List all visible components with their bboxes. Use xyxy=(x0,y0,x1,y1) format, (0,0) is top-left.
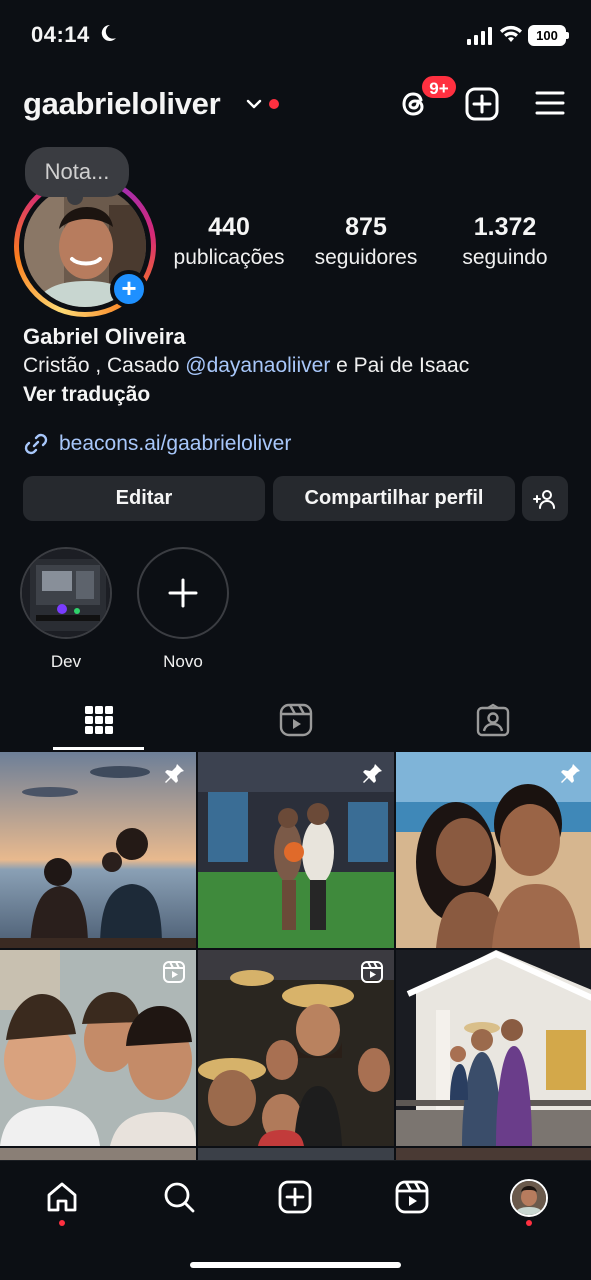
grid-post[interactable] xyxy=(396,950,591,1146)
plus-icon xyxy=(168,578,198,608)
highlight-dev[interactable]: Dev xyxy=(20,547,112,672)
add-person-icon xyxy=(533,490,555,509)
profile-link[interactable]: beacons.ai/gaabrieloliver xyxy=(23,430,291,458)
stat-posts-label: publicações xyxy=(173,246,285,269)
cellular-signal-icon xyxy=(467,27,492,45)
stat-followers-value: 875 xyxy=(345,213,387,241)
see-translation-link[interactable]: Ver tradução xyxy=(23,383,150,407)
edit-profile-button[interactable]: Editar xyxy=(23,476,265,521)
discover-people-button[interactable] xyxy=(522,476,568,521)
share-profile-button[interactable]: Compartilhar perfil xyxy=(273,476,515,521)
profile-link-text[interactable]: beacons.ai/gaabrieloliver xyxy=(59,432,291,456)
search-icon[interactable] xyxy=(161,1179,197,1215)
stat-posts[interactable]: 440 publicações xyxy=(166,213,292,270)
bio-text: Cristão , Casado @dayanaoliiver e Pai de… xyxy=(23,354,469,378)
bio-mention-link[interactable]: @dayanaoliiver xyxy=(185,354,330,377)
profile-tab-avatar[interactable] xyxy=(510,1179,548,1217)
pin-icon xyxy=(363,764,382,783)
highlight-new[interactable]: Novo xyxy=(137,547,229,672)
tab-posts-grid[interactable] xyxy=(0,690,197,750)
tagged-icon xyxy=(476,703,509,737)
grid-post[interactable] xyxy=(198,950,394,1146)
highlight-dev-label: Dev xyxy=(50,652,82,671)
posts-grid xyxy=(0,752,591,1162)
username-switcher[interactable]: gaabrieloliver xyxy=(23,86,221,122)
home-indicator xyxy=(190,1262,401,1268)
battery-indicator: 100 xyxy=(528,25,569,46)
stat-posts-value: 440 xyxy=(208,213,250,241)
wifi-icon xyxy=(500,25,522,42)
highlight-new-circle xyxy=(137,547,229,639)
create-post-icon[interactable] xyxy=(465,87,499,121)
grid-post[interactable] xyxy=(198,752,394,948)
grid-post[interactable] xyxy=(0,752,196,948)
status-time: 04:14 xyxy=(31,22,90,47)
note-bubble[interactable]: Nota... xyxy=(25,147,129,205)
add-story-plus-icon[interactable]: + xyxy=(110,270,148,308)
profile-tabs xyxy=(0,690,591,750)
highlight-dev-cover xyxy=(20,547,112,639)
highlight-new-label: Novo xyxy=(163,652,203,671)
reels-icon xyxy=(279,703,312,737)
reel-icon xyxy=(361,961,383,983)
full-name: Gabriel Oliveira xyxy=(23,324,186,349)
reel-icon xyxy=(163,961,185,983)
reels-icon[interactable] xyxy=(394,1179,430,1215)
tab-tagged[interactable] xyxy=(394,690,591,750)
notification-dot xyxy=(269,99,279,109)
profile-notification-dot xyxy=(526,1220,532,1226)
stat-following-value: 1.372 xyxy=(473,213,537,241)
status-bar: 04:14 100 xyxy=(0,0,591,70)
bio-after: e Pai de Isaac xyxy=(330,354,470,377)
grid-post[interactable] xyxy=(0,950,196,1146)
active-tab-indicator xyxy=(53,747,144,750)
link-icon xyxy=(24,433,48,455)
moon-icon xyxy=(101,24,116,41)
stat-followers-label: seguidores xyxy=(314,246,418,269)
grid-post[interactable] xyxy=(396,752,591,948)
tab-reels[interactable] xyxy=(197,690,394,750)
threads-badge: 9+ xyxy=(420,74,458,100)
home-icon[interactable] xyxy=(44,1179,80,1215)
bio-before: Cristão , Casado xyxy=(23,354,186,377)
chevron-down-icon[interactable] xyxy=(246,98,262,110)
profile-header: gaabrieloliver 9+ xyxy=(0,74,591,132)
pin-icon xyxy=(561,764,580,783)
pin-icon xyxy=(165,764,184,783)
menu-icon[interactable] xyxy=(535,90,565,116)
grid-icon xyxy=(84,706,113,734)
stat-following[interactable]: 1.372 seguindo xyxy=(442,213,568,270)
home-notification-dot xyxy=(59,1220,65,1226)
create-icon[interactable] xyxy=(277,1179,313,1215)
stat-following-label: seguindo xyxy=(462,246,548,269)
stat-followers[interactable]: 875 seguidores xyxy=(303,213,429,270)
